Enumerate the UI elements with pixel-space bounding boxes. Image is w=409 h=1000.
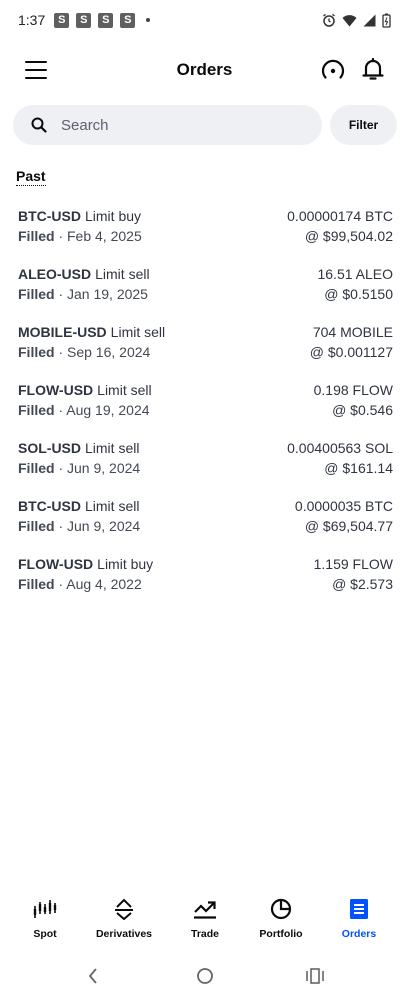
gauge-icon xyxy=(321,59,345,79)
home-circle-icon xyxy=(197,968,213,984)
filter-button[interactable]: Filter xyxy=(330,105,397,145)
nav-item-trade[interactable]: Trade xyxy=(165,896,245,940)
status-bar: 1:37 S S S S xyxy=(0,0,409,40)
bell-icon xyxy=(362,57,384,80)
notification-badge: S xyxy=(76,12,92,28)
order-price: @ $0.001127 xyxy=(309,344,393,360)
order-pair: SOL-USD xyxy=(18,440,81,456)
recents-icon xyxy=(306,968,324,984)
order-price: @ $2.573 xyxy=(332,576,393,592)
order-row[interactable]: SOL-USD Limit sell 0.00400563 SOL Filled ·… xyxy=(0,438,409,496)
nav-label: Portfolio xyxy=(259,928,303,940)
order-amount: 16.51 ALEO xyxy=(317,266,393,282)
top-bar: Orders xyxy=(0,48,409,92)
order-row[interactable]: BTC-USD Limit sell 0.0000035 BTC Filled · … xyxy=(0,496,409,554)
order-price: @ $0.5150 xyxy=(324,286,393,302)
order-date: · Aug 19, 2024 xyxy=(58,402,150,418)
order-type: Limit buy xyxy=(85,208,142,224)
notification-badge: S xyxy=(98,12,114,28)
more-notifications-dot xyxy=(146,18,151,22)
orders-list: BTC-USD Limit buy 0.00000174 BTC Filled · … xyxy=(0,206,409,612)
order-date: · Aug 4, 2022 xyxy=(58,576,142,592)
search-box[interactable] xyxy=(13,105,322,145)
order-row[interactable]: FLOW-USD Limit buy 1.159 FLOW Filled · Aug… xyxy=(0,554,409,612)
order-status: Filled xyxy=(18,286,55,302)
notifications-button[interactable] xyxy=(360,56,386,82)
order-amount: 0.00000174 BTC xyxy=(287,208,393,224)
order-type: Limit sell xyxy=(110,324,166,340)
order-pair: FLOW-USD xyxy=(18,556,94,572)
status-left: 1:37 S S S S xyxy=(18,12,151,28)
back-chevron-icon xyxy=(88,968,97,984)
nav-item-spot[interactable]: Spot xyxy=(5,896,85,940)
system-navigation-bar xyxy=(0,960,409,994)
signal-icon xyxy=(363,14,376,26)
order-amount: 0.198 FLOW xyxy=(313,382,393,398)
order-type: Limit sell xyxy=(85,440,140,456)
battery-icon xyxy=(382,13,391,28)
nav-item-portfolio[interactable]: Portfolio xyxy=(241,896,321,940)
notification-badge: S xyxy=(54,12,70,28)
order-type: Limit sell xyxy=(97,382,152,398)
orders-list-icon xyxy=(350,899,368,919)
order-type: Limit sell xyxy=(85,498,140,514)
order-type: Limit buy xyxy=(97,556,154,572)
order-date: · Jan 19, 2025 xyxy=(58,286,148,302)
gauge-button[interactable] xyxy=(320,57,346,83)
alarm-icon xyxy=(323,13,335,27)
nav-item-derivatives[interactable]: Derivatives xyxy=(84,896,164,940)
search-input[interactable] xyxy=(61,116,261,134)
order-pair: BTC-USD xyxy=(18,498,81,514)
order-amount: 704 MOBILE xyxy=(312,324,393,340)
nav-label: Trade xyxy=(190,928,219,940)
order-amount: 0.0000035 BTC xyxy=(294,498,393,514)
notification-badge: S xyxy=(120,12,136,28)
order-status: Filled xyxy=(18,228,55,244)
order-row[interactable]: BTC-USD Limit buy 0.00000174 BTC Filled · … xyxy=(0,206,409,264)
order-price: @ $0.546 xyxy=(332,402,393,418)
nav-label: Spot xyxy=(33,928,57,940)
status-time: 1:37 xyxy=(18,12,46,28)
trend-up-icon xyxy=(194,901,216,919)
search-icon xyxy=(31,117,47,133)
order-status: Filled xyxy=(18,460,55,476)
order-row[interactable]: MOBILE-USD Limit sell 704 MOBILE Filled · … xyxy=(0,322,409,380)
order-status: Filled xyxy=(18,344,55,360)
nav-label: Derivatives xyxy=(95,928,153,940)
derivatives-icon xyxy=(115,898,133,920)
order-price: @ $69,504.77 xyxy=(304,518,393,534)
search-row: Filter xyxy=(13,105,397,145)
order-status: Filled xyxy=(18,518,55,534)
section-label-past[interactable]: Past xyxy=(16,168,46,186)
order-amount: 0.00400563 SOL xyxy=(287,440,393,456)
order-pair: BTC-USD xyxy=(18,208,81,224)
order-date: · Jun 9, 2024 xyxy=(58,460,141,476)
order-status: Filled xyxy=(18,402,55,418)
order-date: · Jun 9, 2024 xyxy=(58,518,141,534)
order-type: Limit sell xyxy=(95,266,150,282)
candlestick-icon xyxy=(33,900,57,918)
wifi-icon xyxy=(342,14,357,26)
system-recents-button[interactable] xyxy=(305,966,325,991)
order-pair: MOBILE-USD xyxy=(18,324,107,340)
order-pair: FLOW-USD xyxy=(18,382,94,398)
nav-item-orders[interactable]: Orders xyxy=(319,896,399,940)
nav-label: Orders xyxy=(341,928,377,940)
order-price: @ $99,504.02 xyxy=(304,228,393,244)
order-amount: 1.159 FLOW xyxy=(313,556,393,572)
order-row[interactable]: FLOW-USD Limit sell 0.198 FLOW Filled · Au… xyxy=(0,380,409,438)
status-right xyxy=(322,13,391,28)
order-pair: ALEO-USD xyxy=(18,266,92,282)
order-date: · Sep 16, 2024 xyxy=(58,344,151,360)
order-date: · Feb 4, 2025 xyxy=(58,228,142,244)
order-row[interactable]: ALEO-USD Limit sell 16.51 ALEO Filled · Ja… xyxy=(0,264,409,322)
bottom-nav: Spot Derivatives Trade Portfolio Orders xyxy=(0,896,409,946)
order-price: @ $161.14 xyxy=(324,460,393,476)
system-back-button[interactable] xyxy=(86,966,100,991)
order-status: Filled xyxy=(18,576,55,592)
pie-chart-icon xyxy=(270,898,292,920)
page-title: Orders xyxy=(176,60,233,79)
system-home-button[interactable] xyxy=(195,966,215,991)
